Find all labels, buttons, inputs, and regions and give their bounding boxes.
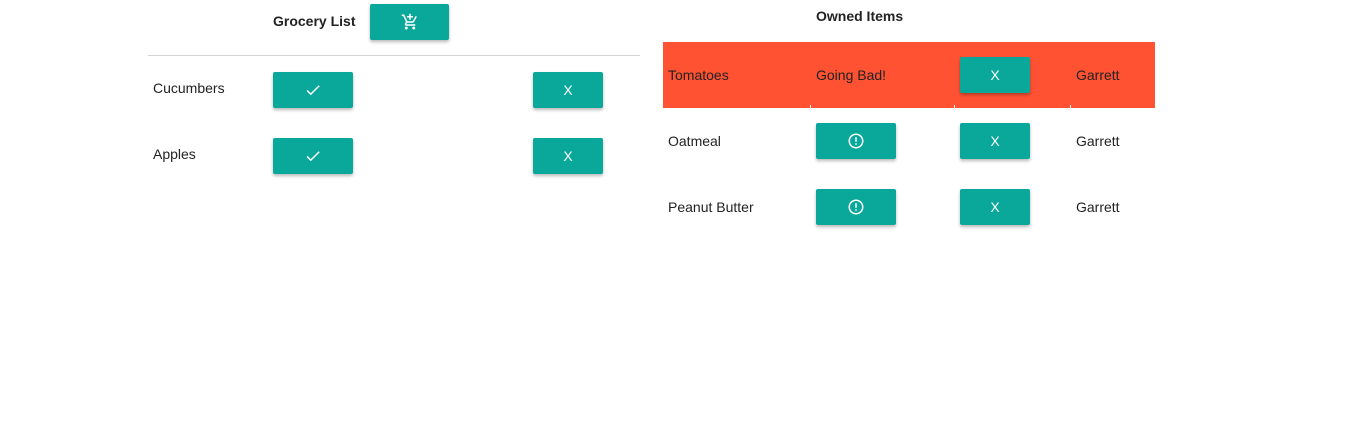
owner-name: Garrett xyxy=(1076,133,1120,149)
alert-circle-icon xyxy=(848,199,864,215)
grocery-row-cucumbers: Cucumbers X xyxy=(148,56,640,122)
mark-bought-button[interactable] xyxy=(273,138,353,174)
add-to-cart-button[interactable] xyxy=(370,4,449,40)
mark-bought-button[interactable] xyxy=(273,72,353,108)
owned-item-name: Tomatoes xyxy=(668,67,729,83)
going-bad-status: Going Bad! xyxy=(816,67,887,83)
remove-grocery-item-button[interactable]: X xyxy=(533,138,603,174)
mark-going-bad-button[interactable] xyxy=(816,189,896,225)
owned-row-tomatoes: Tomatoes Going Bad! X Garrett xyxy=(663,42,1155,108)
check-icon xyxy=(306,85,320,96)
grocery-list-header: Grocery List xyxy=(148,0,640,56)
grocery-list-table: Grocery List Cucumbers X Apples X xyxy=(148,0,640,188)
remove-owned-item-button[interactable]: X xyxy=(960,57,1030,93)
owned-items-header: Owned Items xyxy=(663,0,1155,42)
remove-grocery-item-button[interactable]: X xyxy=(533,72,603,108)
owned-row-peanut-butter: Peanut Butter X Garrett xyxy=(663,174,1155,240)
grocery-row-apples: Apples X xyxy=(148,122,640,188)
check-icon xyxy=(306,151,320,162)
grocery-list-title: Grocery List xyxy=(273,13,356,29)
owned-item-name: Peanut Butter xyxy=(668,199,754,215)
owned-row-oatmeal: Oatmeal X Garrett xyxy=(663,108,1155,174)
owner-name: Garrett xyxy=(1076,199,1120,215)
mark-going-bad-button[interactable] xyxy=(816,123,896,159)
owner-name: Garrett xyxy=(1076,67,1120,83)
owned-item-name: Oatmeal xyxy=(668,133,721,149)
add-shopping-cart-icon xyxy=(401,13,417,30)
alert-circle-icon xyxy=(848,133,864,149)
owned-items-title: Owned Items xyxy=(816,8,904,24)
grocery-item-name: Apples xyxy=(153,146,196,162)
page: Grocery List Cucumbers X Apples X Owned … xyxy=(0,0,1351,431)
owned-items-table: Owned Items Tomatoes Going Bad! X Garret… xyxy=(663,0,1155,240)
grocery-item-name: Cucumbers xyxy=(153,80,225,96)
remove-owned-item-button[interactable]: X xyxy=(960,123,1030,159)
remove-owned-item-button[interactable]: X xyxy=(960,189,1030,225)
